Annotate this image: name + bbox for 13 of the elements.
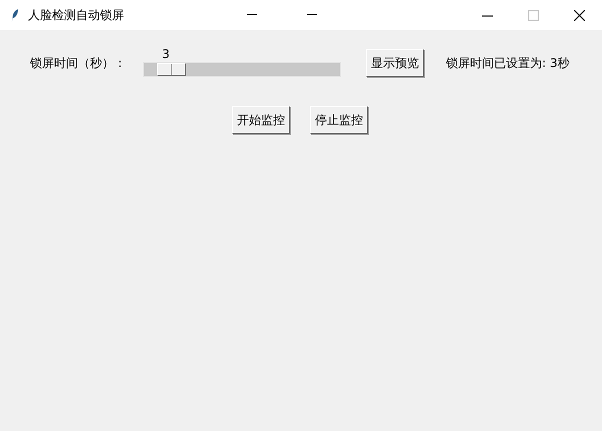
window-title: 人脸检测自动锁屏: [28, 6, 124, 24]
dash-icon: [307, 14, 317, 16]
dash-icon: [247, 14, 257, 16]
lock-time-label: 锁屏时间（秒）：: [30, 55, 127, 72]
slider-track[interactable]: [143, 62, 341, 77]
start-button[interactable]: 开始监控: [232, 106, 290, 134]
stop-button[interactable]: 停止监控: [310, 106, 368, 134]
status-text: 锁屏时间已设置为: 3秒: [446, 55, 570, 72]
feather-icon: [10, 8, 19, 22]
preview-button[interactable]: 显示预览: [366, 49, 424, 77]
close-icon: [574, 10, 584, 20]
slider-thumb[interactable]: [156, 63, 186, 76]
slider-value: 3: [162, 47, 170, 62]
